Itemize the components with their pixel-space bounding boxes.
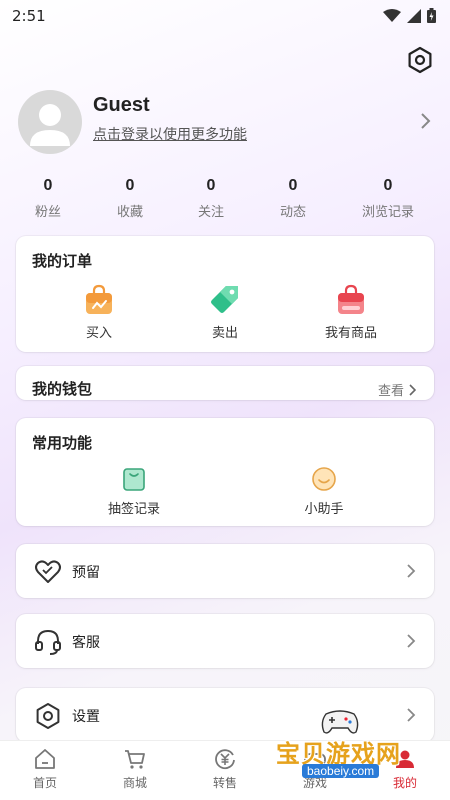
heart-icon	[35, 560, 61, 583]
nav-label: 游戏	[302, 776, 327, 790]
sell-tag-icon	[211, 286, 238, 313]
order-label: 卖出	[211, 326, 238, 341]
stat-value: 0	[125, 177, 135, 194]
nav-label: 商城	[122, 776, 147, 790]
stat-label: 粉丝	[34, 205, 61, 220]
status-bar: 2:51	[0, 0, 450, 32]
stat-label: 收藏	[116, 205, 143, 220]
stat-favorites[interactable]: 0 收藏	[90, 177, 170, 220]
chevron-right-icon	[409, 383, 416, 396]
row-reserve[interactable]: 预留	[16, 544, 434, 598]
stat-label: 动态	[279, 205, 306, 220]
stat-posts[interactable]: 0 动态	[253, 177, 333, 220]
stat-value: 0	[43, 177, 53, 194]
order-label: 买入	[85, 326, 112, 341]
headset-icon	[35, 629, 61, 655]
default-avatar-icon	[30, 104, 70, 146]
cart-icon	[125, 750, 145, 769]
lottery-bag-icon	[123, 468, 145, 491]
row-label: 预留	[72, 565, 100, 581]
stat-label: 关注	[197, 205, 224, 220]
stat-following[interactable]: 0 关注	[171, 177, 251, 220]
buy-bag-icon	[86, 284, 112, 314]
signal-icon	[407, 8, 421, 23]
status-time: 2:51	[12, 7, 46, 25]
my-goods-bag-icon	[338, 284, 364, 314]
func-label: 小助手	[304, 502, 344, 517]
nav-home[interactable]: 首页	[15, 747, 75, 791]
stat-label: 浏览记录	[361, 205, 414, 220]
func-label: 抽签记录	[107, 502, 160, 517]
chevron-right-icon[interactable]	[418, 112, 432, 130]
row-customer-service[interactable]: 客服	[16, 614, 434, 668]
home-icon	[35, 749, 55, 769]
resale-icon	[215, 749, 235, 770]
func-lottery-records[interactable]: 抽签记录	[84, 466, 184, 517]
stat-value: 0	[288, 177, 298, 194]
wallet-title: 我的钱包	[32, 380, 93, 398]
order-label: 我有商品	[324, 326, 377, 341]
orders-title: 我的订单	[32, 252, 93, 270]
avatar[interactable]	[18, 90, 82, 154]
chevron-right-icon	[407, 708, 416, 722]
nav-resale[interactable]: 转售	[195, 747, 255, 791]
game-icon	[304, 753, 326, 766]
nav-label: 首页	[32, 776, 57, 790]
chevron-right-icon	[407, 634, 416, 648]
wallet-card[interactable]: 我的钱包 查看	[16, 366, 434, 400]
nav-label: 我的	[392, 776, 417, 790]
order-buy[interactable]: 买入	[54, 284, 144, 341]
wallet-view-link[interactable]: 查看	[378, 380, 416, 399]
row-settings[interactable]: 设置	[16, 688, 434, 742]
common-title: 常用功能	[32, 434, 93, 452]
nav-game[interactable]: 游戏	[285, 747, 345, 791]
order-sell[interactable]: 卖出	[180, 284, 270, 341]
row-label: 设置	[72, 709, 100, 725]
login-link[interactable]: 点击登录以使用更多功能	[93, 124, 247, 144]
common-functions-card: 常用功能 抽签记录 小助手	[16, 418, 434, 526]
wallet-view-label: 查看	[377, 384, 404, 399]
orders-card: 我的订单 买入 卖出 我有商品	[16, 236, 434, 352]
wifi-icon	[383, 8, 401, 22]
chevron-right-icon	[407, 564, 416, 578]
nav-label: 转售	[212, 776, 237, 790]
stat-fans[interactable]: 0 粉丝	[8, 177, 88, 220]
func-assistant[interactable]: 小助手	[274, 466, 374, 517]
stat-value: 0	[206, 177, 216, 194]
stats-bar: 0 粉丝 0 收藏 0 关注 0 动态 0 浏览记录	[0, 177, 450, 227]
stat-value: 0	[383, 177, 393, 194]
nav-profile[interactable]: 我的	[375, 747, 435, 791]
settings-hex-icon	[36, 703, 60, 729]
nav-mall[interactable]: 商城	[105, 747, 165, 791]
profile-header[interactable]: Guest 点击登录以使用更多功能	[18, 90, 432, 156]
user-name: Guest	[93, 94, 150, 116]
profile-icon	[396, 750, 414, 768]
stat-history[interactable]: 0 浏览记录	[348, 177, 428, 220]
order-my-goods[interactable]: 我有商品	[306, 284, 396, 341]
battery-icon	[427, 8, 436, 23]
bottom-nav: 首页 商城 转售 游戏 我的	[0, 740, 450, 800]
assistant-face-icon	[312, 467, 336, 491]
row-label: 客服	[72, 635, 100, 651]
settings-icon[interactable]	[406, 46, 434, 74]
